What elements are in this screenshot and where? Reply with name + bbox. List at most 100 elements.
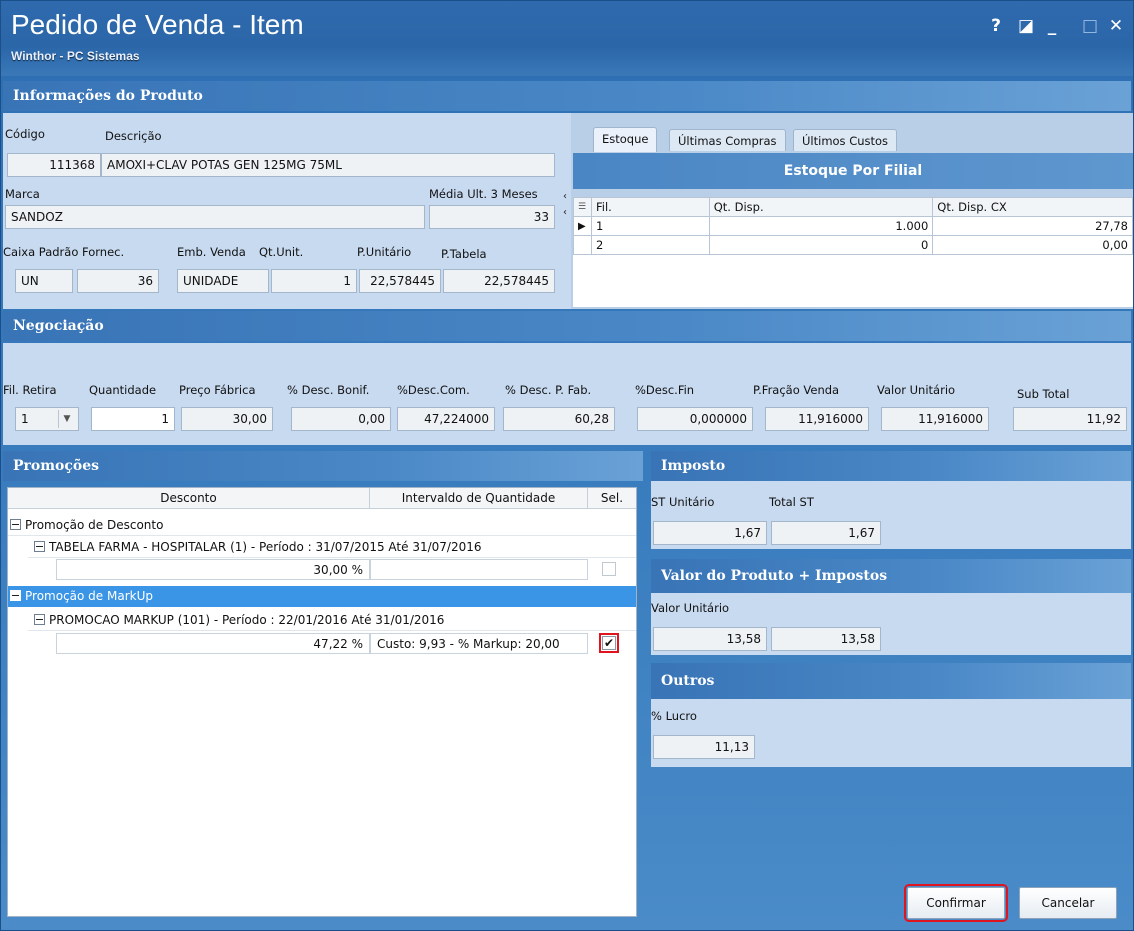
restore-layout-icon[interactable]: ◪ (1015, 15, 1037, 37)
qt-unit-field[interactable]: 1 (271, 269, 357, 293)
row-indicator (573, 235, 592, 255)
marca-field[interactable]: SANDOZ (5, 205, 425, 229)
valor-unitario-label: Valor Unitário (877, 383, 956, 397)
promo-group-label: Promoção de Desconto (25, 518, 164, 532)
maximize-icon[interactable]: □ (1079, 15, 1101, 37)
preco-fabrica-label: Preço Fábrica (179, 383, 256, 397)
descricao-label: Descrição (105, 129, 162, 143)
window-subtitle: Winthor - PC Sistemas (11, 49, 140, 63)
cell-cx: 0,00 (932, 235, 1133, 255)
p-unitario-field[interactable]: 22,578445 (359, 269, 441, 293)
cell-qt: 1.000 (708, 216, 934, 236)
cell-cx: 27,78 (932, 216, 1133, 236)
desc-bonif-label: % Desc. Bonif. (287, 383, 370, 397)
promo-item-tabela-farma[interactable]: TABELA FARMA - HOSPITALAR (1) - Período … (28, 537, 636, 558)
tab-ultimos-custos[interactable]: Últimos Custos (793, 129, 898, 151)
valor-unitario-imp-field[interactable]: 13,58 (653, 627, 767, 651)
collapse-arrow-icon[interactable]: ‹ ‹ (563, 189, 573, 239)
chevron-down-icon[interactable]: ▼ (58, 410, 75, 428)
promo-intervalo-value (370, 559, 588, 580)
col-qt-disp-cx[interactable]: Qt. Disp. CX (932, 197, 1133, 217)
emb-venda-label: Emb. Venda (177, 245, 246, 259)
st-unitario-label: ST Unitário (651, 495, 715, 509)
desc-bonif-field[interactable]: 0,00 (291, 407, 391, 431)
section-valor-produto: Valor do Produto + Impostos (651, 559, 1131, 593)
descricao-field[interactable]: AMOXI+CLAV POTAS GEN 125MG 75ML (101, 153, 555, 177)
section-informacoes-produto: Informações do Produto (3, 81, 1131, 111)
media-label: Média Ult. 3 Meses (429, 187, 538, 201)
emb-venda-field[interactable]: UNIDADE (177, 269, 269, 293)
fil-retira-label: Fil. Retira (3, 383, 57, 397)
grid-options-icon[interactable]: ☰ (573, 197, 592, 217)
promo-group-label: Promoção de MarkUp (25, 589, 153, 603)
desc-p-fab-field[interactable]: 60,28 (503, 407, 615, 431)
promo-group-markup[interactable]: Promoção de MarkUp (8, 586, 636, 607)
title-bar: Pedido de Venda - Item Winthor - PC Sist… (1, 1, 1133, 76)
lucro-field[interactable]: 11,13 (653, 735, 755, 759)
window-title: Pedido de Venda - Item (11, 9, 304, 40)
fil-retira-value: 1 (21, 412, 29, 426)
tab-estoque[interactable]: Estoque (593, 127, 658, 152)
codigo-field[interactable]: 111368 (7, 153, 101, 177)
col-intervalo[interactable]: Intervaldo de Quantidade (370, 488, 588, 509)
section-outros: Outros (651, 663, 1131, 699)
close-icon[interactable]: ✕ (1105, 15, 1127, 37)
collapse-icon[interactable] (34, 614, 45, 625)
promo-item-label: PROMOCAO MARKUP (101) - Período : 22/01/… (49, 613, 445, 627)
desc-fin-field[interactable]: 0,000000 (637, 407, 753, 431)
col-sel[interactable]: Sel. (588, 488, 636, 509)
col-fil[interactable]: Fil. (590, 197, 710, 217)
qt-unit-label: Qt.Unit. (259, 245, 304, 259)
caixa-un-field[interactable]: UN (15, 269, 73, 293)
sub-total-label: Sub Total (1017, 387, 1070, 401)
valor-total-imp-field[interactable]: 13,58 (771, 627, 881, 651)
st-unitario-field[interactable]: 1,67 (653, 521, 767, 545)
cancelar-button[interactable]: Cancelar (1019, 887, 1117, 919)
collapse-icon[interactable] (34, 541, 45, 552)
confirmar-button[interactable]: Confirmar (904, 884, 1008, 922)
caixa-qt-field[interactable]: 36 (77, 269, 159, 293)
promo-item-markup[interactable]: PROMOCAO MARKUP (101) - Período : 22/01/… (28, 610, 636, 631)
table-row[interactable]: ▶ 1 1.000 27,78 (573, 216, 1133, 236)
tab-ultimas-compras[interactable]: Últimas Compras (669, 129, 786, 151)
cell-fil: 2 (590, 235, 710, 255)
desc-p-fab-label: % Desc. P. Fab. (505, 383, 592, 397)
collapse-icon[interactable] (10, 519, 21, 530)
estoque-grid-title: Estoque Por Filial (573, 153, 1133, 189)
p-tabela-field[interactable]: 22,578445 (443, 269, 555, 293)
p-tabela-label: P.Tabela (441, 247, 487, 261)
sub-total-field[interactable]: 11,92 (1013, 407, 1127, 431)
row-pointer-icon: ▶ (573, 216, 592, 236)
lucro-label: % Lucro (651, 709, 697, 723)
desc-com-field[interactable]: 47,224000 (397, 407, 495, 431)
promo-desconto-value: 47,22 % (56, 633, 370, 654)
quantidade-field[interactable]: 1 (91, 407, 175, 431)
fil-retira-select[interactable]: 1 ▼ (15, 407, 79, 431)
section-negociacao: Negociação (3, 311, 1131, 341)
preco-fabrica-field[interactable]: 30,00 (181, 407, 273, 431)
collapse-icon[interactable] (10, 590, 21, 601)
help-icon[interactable]: ? (985, 15, 1007, 37)
table-row[interactable]: 2 0 0,00 (573, 235, 1133, 255)
col-desconto[interactable]: Desconto (8, 488, 370, 509)
desc-fin-label: %Desc.Fin (635, 383, 695, 397)
cell-qt: 0 (708, 235, 934, 255)
valor-unitario-imp-label: Valor Unitário (651, 601, 730, 615)
minimize-icon[interactable]: _ (1041, 15, 1063, 37)
valor-unitario-field[interactable]: 11,916000 (881, 407, 989, 431)
promo-desconto-value: 30,00 % (56, 559, 370, 580)
caixa-label: Caixa Padrão Fornec. (3, 245, 125, 259)
promo-select-checkbox[interactable] (602, 562, 616, 576)
total-st-field[interactable]: 1,67 (771, 521, 881, 545)
p-fracao-field[interactable]: 11,916000 (765, 407, 869, 431)
col-qt-disp[interactable]: Qt. Disp. (708, 197, 934, 217)
promocoes-tree: Desconto Intervaldo de Quantidade Sel. P… (7, 487, 637, 917)
desc-com-label: %Desc.Com. (397, 383, 470, 397)
section-promocoes: Promoções (3, 451, 643, 481)
promo-group-desconto[interactable]: Promoção de Desconto (8, 515, 636, 536)
media-field[interactable]: 33 (429, 205, 555, 229)
marca-label: Marca (5, 187, 40, 201)
estoque-grid: ☰ Fil. Qt. Disp. Qt. Disp. CX ▶ 1 1.000 … (573, 197, 1133, 255)
codigo-label: Código (5, 127, 45, 141)
promo-select-checkbox[interactable]: ✔ (599, 633, 619, 653)
